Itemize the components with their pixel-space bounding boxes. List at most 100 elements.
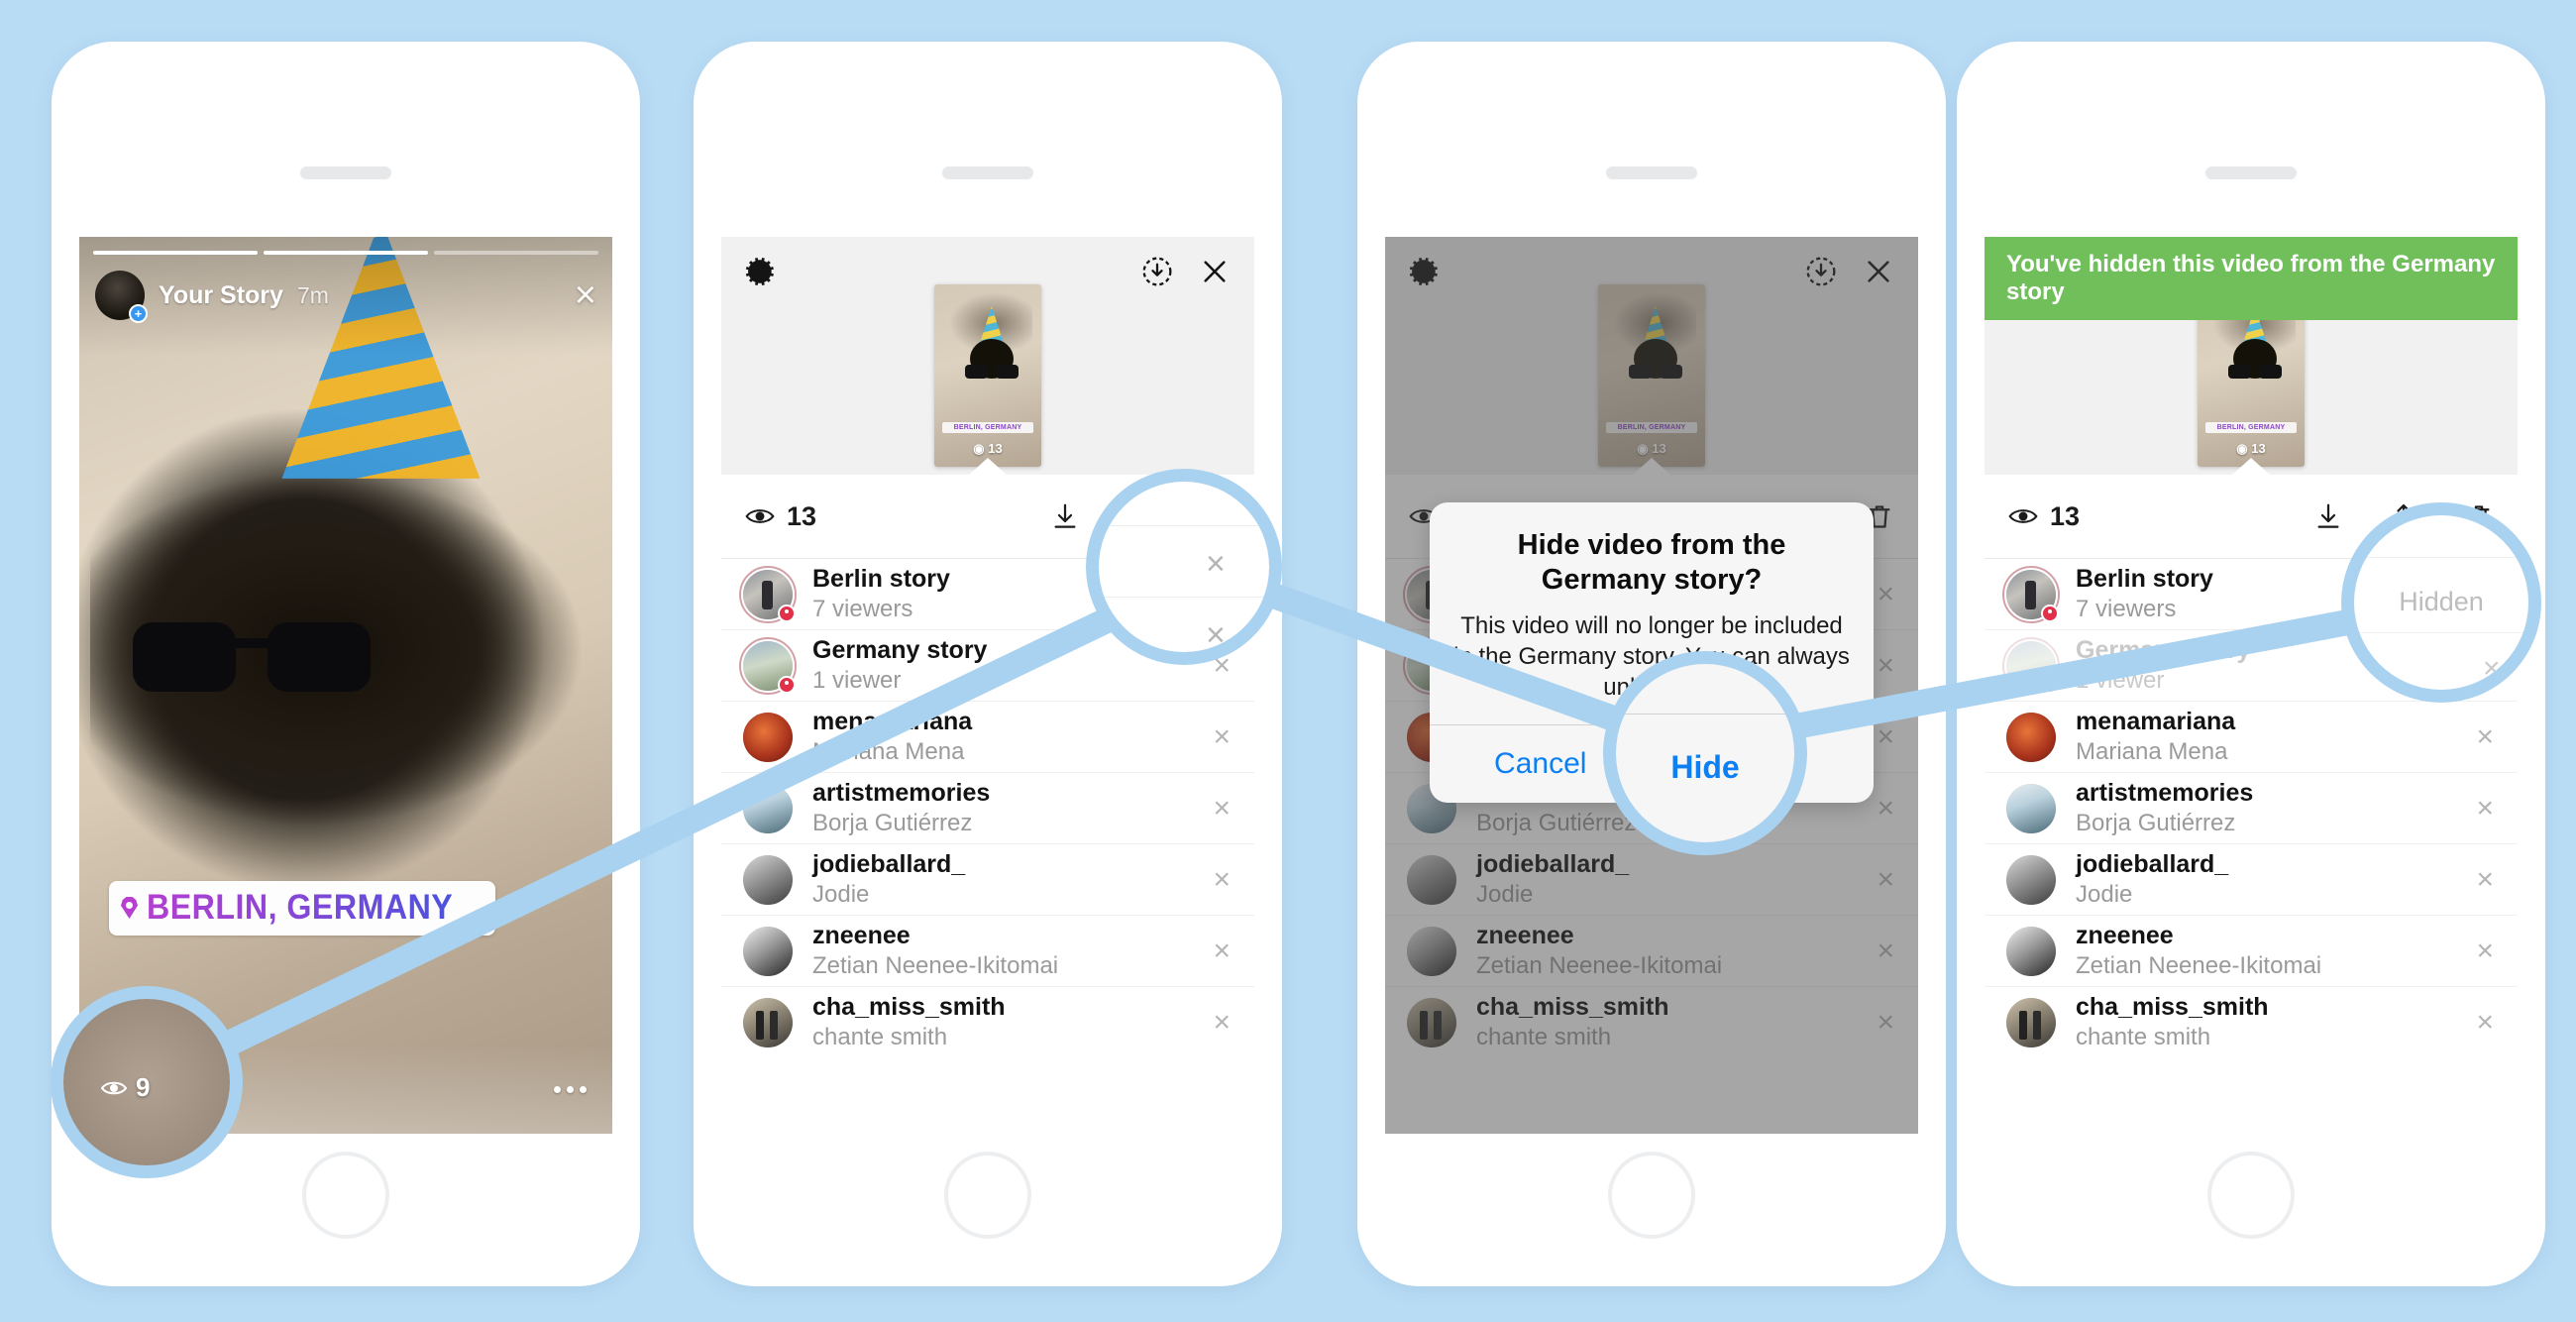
- story-username: Your Story: [159, 280, 283, 309]
- row-close-icon[interactable]: ×: [2476, 721, 2494, 752]
- table-row[interactable]: Germany story 1 viewer Hidden: [1985, 629, 2518, 701]
- row-close-icon[interactable]: ×: [1213, 579, 1231, 609]
- row-title: jodieballard_: [812, 850, 966, 878]
- row-subtitle: 1 viewer: [812, 667, 902, 694]
- total-views: 13: [745, 501, 816, 532]
- location-pin-icon: [121, 897, 138, 919]
- row-close-icon[interactable]: ×: [1213, 864, 1231, 895]
- avatar[interactable]: [2006, 712, 2056, 762]
- row-close-icon[interactable]: ×: [1213, 650, 1231, 681]
- table-row[interactable]: Germany story 1 viewer ×: [721, 629, 1254, 701]
- avatar[interactable]: [743, 997, 793, 1047]
- eye-icon: [105, 1082, 131, 1096]
- table-row[interactable]: artistmemories Borja Gutiérrez ×: [1985, 772, 2518, 843]
- viewer-list[interactable]: Berlin story 7 viewers × Germany story 1 vie…: [721, 558, 1254, 1134]
- row-title: zneenee: [2076, 922, 2174, 949]
- row-title: Germany story: [812, 636, 988, 664]
- home-button[interactable]: [2207, 1152, 2295, 1239]
- row-close-icon[interactable]: ×: [2476, 1007, 2494, 1038]
- viewer-list[interactable]: Berlin story 7 viewers × Germany story 1 vie…: [1985, 558, 2518, 1134]
- row-close-icon[interactable]: ×: [1213, 936, 1231, 966]
- row-close-icon[interactable]: ×: [1213, 793, 1231, 824]
- story-views-count: 9: [141, 1074, 155, 1103]
- table-row[interactable]: menamariana Mariana Mena ×: [721, 701, 1254, 772]
- avatar[interactable]: [2006, 926, 2056, 976]
- avatar[interactable]: [743, 783, 793, 833]
- row-title: menamariana: [2076, 708, 2236, 735]
- table-row[interactable]: cha_miss_smith chante smith ×: [721, 986, 1254, 1057]
- hidden-confirmation-banner: You've hidden this video from the German…: [1985, 237, 2518, 320]
- avatar[interactable]: [739, 565, 797, 623]
- table-row[interactable]: menamariana Mariana Mena ×: [1985, 701, 2518, 772]
- row-close-icon[interactable]: ×: [2476, 936, 2494, 966]
- phone-speaker: [2205, 166, 2297, 179]
- row-close-icon[interactable]: ×: [2476, 864, 2494, 895]
- table-row[interactable]: zneenee Zetian Neenee-Ikitomai ×: [721, 915, 1254, 986]
- share-icon[interactable]: [1126, 501, 1155, 531]
- location-sticker[interactable]: BERLIN, GERMANY: [109, 881, 496, 936]
- table-row[interactable]: Berlin story 7 viewers ×: [721, 558, 1254, 629]
- avatar[interactable]: [2006, 854, 2056, 905]
- home-button[interactable]: [1608, 1152, 1695, 1239]
- avatar[interactable]: [2002, 636, 2060, 695]
- row-close-icon[interactable]: ×: [2476, 579, 2494, 609]
- table-row[interactable]: Berlin story 7 viewers ×: [1985, 558, 2518, 629]
- row-title: cha_miss_smith: [2076, 993, 2269, 1021]
- thumbnail-location-label: BERLIN, GERMANY: [941, 422, 1034, 433]
- story-screen[interactable]: BERLIN, GERMANY + Your Story 7m × 9: [79, 237, 612, 1134]
- avatar[interactable]: [739, 636, 797, 695]
- trash-icon[interactable]: [1201, 501, 1231, 531]
- home-button[interactable]: [302, 1152, 389, 1239]
- download-circle-icon[interactable]: [1141, 256, 1173, 287]
- row-subtitle: Borja Gutiérrez: [812, 810, 973, 836]
- row-subtitle: Mariana Mena: [812, 738, 965, 765]
- dialog-title: Hide video from the Germany story?: [1517, 529, 1786, 597]
- location-badge-icon: [778, 604, 796, 622]
- share-icon[interactable]: [2389, 501, 2418, 531]
- row-title: Berlin story: [812, 565, 950, 593]
- avatar[interactable]: [2006, 783, 2056, 833]
- cancel-button[interactable]: Cancel: [1430, 725, 1652, 803]
- story-thumbnail[interactable]: BERLIN, GERMANY ◉ 13: [934, 284, 1041, 467]
- hide-button[interactable]: Hide: [1653, 725, 1875, 803]
- row-close-icon[interactable]: ×: [1213, 721, 1231, 752]
- trash-icon[interactable]: [2464, 501, 2494, 531]
- story-views-button[interactable]: 9: [105, 1075, 155, 1104]
- insights-stats-bar: 13: [721, 475, 1254, 558]
- row-subtitle: Jodie: [2076, 881, 2133, 908]
- table-row[interactable]: jodieballard_ Jodie ×: [721, 843, 1254, 915]
- add-to-story-icon[interactable]: +: [129, 304, 148, 323]
- avatar[interactable]: [743, 712, 793, 762]
- row-close-icon[interactable]: ×: [2476, 793, 2494, 824]
- row-subtitle: Zetian Neenee-Ikitomai: [2076, 952, 2322, 979]
- table-row[interactable]: artistmemories Borja Gutiérrez ×: [721, 772, 1254, 843]
- avatar[interactable]: [743, 854, 793, 905]
- location-sticker-label: BERLIN, GERMANY: [147, 888, 454, 927]
- table-row[interactable]: zneenee Zetian Neenee-Ikitomai ×: [1985, 915, 2518, 986]
- download-icon[interactable]: [2313, 501, 2343, 531]
- row-hidden-label: Hidden: [2417, 651, 2494, 679]
- total-views-count: 13: [2050, 500, 2081, 531]
- avatar[interactable]: +: [95, 271, 148, 323]
- phone-3-confirm-dialog: BERLIN, GERMANY ◉ 13 13: [1357, 42, 1946, 1286]
- row-close-icon[interactable]: ×: [1213, 1007, 1231, 1038]
- download-icon[interactable]: [1050, 501, 1080, 531]
- table-row[interactable]: cha_miss_smith chante smith ×: [1985, 986, 2518, 1057]
- total-views: 13: [2008, 501, 2080, 532]
- insights-preview-panel: BERLIN, GERMANY ◉ 13: [721, 237, 1254, 476]
- eye-icon: [2008, 509, 2038, 523]
- home-button[interactable]: [944, 1152, 1031, 1239]
- avatar[interactable]: [2002, 565, 2060, 623]
- avatar[interactable]: [743, 926, 793, 976]
- close-icon[interactable]: [1199, 256, 1231, 287]
- avatar[interactable]: [2006, 997, 2056, 1047]
- close-icon[interactable]: ×: [575, 276, 596, 314]
- row-title: zneenee: [812, 922, 911, 949]
- table-row[interactable]: jodieballard_ Jodie ×: [1985, 843, 2518, 915]
- insights-toolbar: [721, 237, 1254, 288]
- dialog-message: This video will no longer be included in…: [1453, 611, 1850, 702]
- thumbnail-location-label: BERLIN, GERMANY: [2204, 422, 2298, 433]
- gear-icon[interactable]: [745, 255, 779, 288]
- phone-speaker: [300, 166, 391, 179]
- more-options-icon[interactable]: [554, 1085, 587, 1093]
